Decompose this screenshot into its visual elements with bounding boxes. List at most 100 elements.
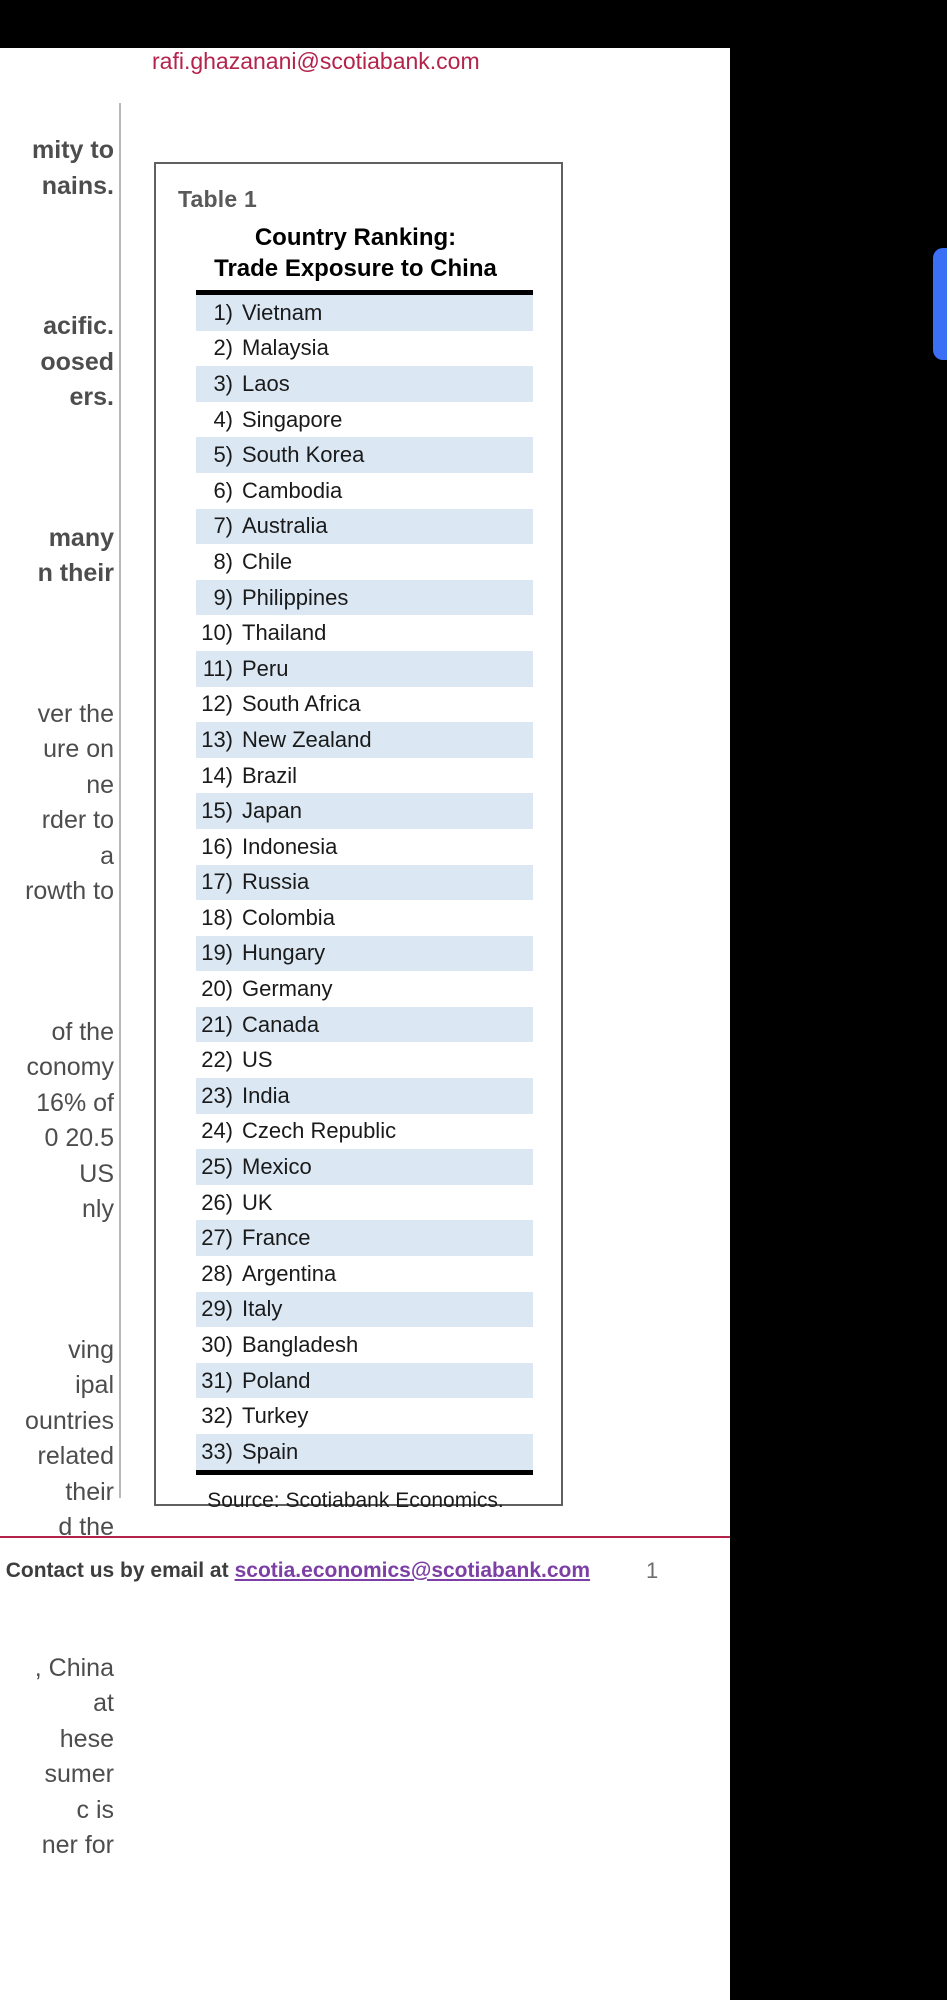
table-row: 13) New Zealand xyxy=(196,722,533,758)
table-row: 2) Malaysia xyxy=(196,331,533,367)
country-ranking-list: 1) Vietnam 2) Malaysia 3) Laos 4) Singapore 5) So… xyxy=(196,295,533,1470)
footer-email-link[interactable]: scotia.economics@scotiabank.com xyxy=(235,1559,590,1583)
table-row: 32) Turkey xyxy=(196,1398,533,1434)
table-row: 29) Italy xyxy=(196,1291,533,1328)
table-row: 16) Indonesia xyxy=(196,829,533,865)
document-page: rafi.ghazanani@scotiabank.com mity to na… xyxy=(0,48,730,2000)
row-rank: 27) xyxy=(201,1225,233,1251)
table-row: 26) UK xyxy=(196,1185,533,1221)
exhibit-title-line-2: Trade Exposure to China xyxy=(214,255,497,282)
row-country: Argentina xyxy=(242,1260,337,1286)
table-row: 27) France xyxy=(196,1220,533,1257)
row-rank: 14) xyxy=(201,762,233,788)
body-paragraph: many n their xyxy=(37,523,114,588)
table-row: 14) Brazil xyxy=(196,758,533,794)
row-rank: 5) xyxy=(213,442,233,468)
row-rank: 32) xyxy=(201,1403,233,1429)
row-country: Laos xyxy=(242,370,290,396)
table-row: 17) Russia xyxy=(196,864,533,901)
row-rank: 17) xyxy=(201,869,233,895)
row-rank: 10) xyxy=(201,620,233,646)
page-footer: | Contact us by email at scotia.economic… xyxy=(0,1548,730,1594)
exhibit-source: Source: Scotiabank Economics. xyxy=(207,1488,504,1512)
row-rank: 19) xyxy=(201,940,233,966)
page-number: 1 xyxy=(646,1558,659,1583)
row-rank: 8) xyxy=(213,548,233,574)
table-row: 15) Japan xyxy=(196,793,533,829)
row-rank: 22) xyxy=(201,1047,233,1073)
row-country: Canada xyxy=(242,1011,320,1037)
row-rank: 6) xyxy=(213,477,233,503)
row-country: India xyxy=(242,1082,290,1108)
row-country: South Africa xyxy=(242,691,361,717)
table-row: 31) Poland xyxy=(196,1362,533,1399)
table-row: 18) Colombia xyxy=(196,900,533,936)
row-country: Mexico xyxy=(242,1154,312,1180)
row-rank: 23) xyxy=(201,1082,233,1108)
row-rank: 31) xyxy=(201,1367,233,1393)
row-country: Vietnam xyxy=(242,299,323,325)
row-country: Singapore xyxy=(242,406,343,432)
table-row: 30) Bangladesh xyxy=(196,1327,533,1363)
row-rank: 13) xyxy=(201,726,233,752)
row-rank: 3) xyxy=(213,370,233,396)
body-paragraph: mity to nains. xyxy=(32,136,114,200)
table-bottom-rule xyxy=(196,1469,533,1475)
row-country: US xyxy=(242,1047,273,1073)
table-row: 23) India xyxy=(196,1078,533,1114)
row-rank: 21) xyxy=(201,1011,233,1037)
row-country: New Zealand xyxy=(242,726,372,752)
row-country: Russia xyxy=(242,869,310,895)
row-rank: 11) xyxy=(202,655,233,681)
row-country: France xyxy=(242,1225,311,1251)
table-row: 33) Spain xyxy=(196,1434,533,1470)
table-row: 21) Canada xyxy=(196,1006,533,1043)
row-country: Czech Republic xyxy=(242,1118,397,1144)
table-row: 6) Cambodia xyxy=(196,473,533,509)
body-paragraph: ving ipal ountries related their d the xyxy=(25,1335,114,1542)
table-row: 11) Peru xyxy=(196,650,533,687)
table-row: 20) Germany xyxy=(196,971,533,1007)
row-country: Philippines xyxy=(242,584,349,610)
row-rank: 33) xyxy=(201,1438,233,1464)
row-rank: 30) xyxy=(201,1332,233,1358)
table-row: 9) Philippines xyxy=(196,579,533,616)
body-paragraph: of the conomy 16% of 0 20.5 US nly xyxy=(26,1017,114,1224)
row-country: Hungary xyxy=(242,940,326,966)
row-rank: 28) xyxy=(201,1260,233,1286)
row-country: Indonesia xyxy=(242,833,338,859)
row-country: Brazil xyxy=(242,762,298,788)
body-paragraph: , China at hese sumer c is ner for xyxy=(34,1653,114,1860)
table-row: 25) Mexico xyxy=(196,1149,533,1185)
row-rank: 7) xyxy=(213,513,233,539)
row-country: Australia xyxy=(242,513,328,539)
row-country: Italy xyxy=(242,1296,283,1322)
row-country: Malaysia xyxy=(242,335,329,361)
table-row: 28) Argentina xyxy=(196,1256,533,1292)
row-country: Poland xyxy=(242,1367,311,1393)
exhibit-label: Table 1 xyxy=(178,186,257,212)
screenshot-root: rafi.ghazanani@scotiabank.com mity to na… xyxy=(0,0,947,2000)
body-paragraph: acific. oosed ers. xyxy=(40,312,114,411)
row-rank: 4) xyxy=(213,406,233,432)
row-rank: 24) xyxy=(201,1118,233,1144)
row-country: Peru xyxy=(242,655,289,681)
footer-divider xyxy=(0,1536,730,1538)
table-row: 22) US xyxy=(196,1042,533,1078)
row-rank: 15) xyxy=(201,798,233,824)
table-row: 8) Chile xyxy=(196,544,533,580)
row-rank: 9) xyxy=(213,584,233,610)
row-rank: 26) xyxy=(201,1189,233,1215)
scrollbar-thumb[interactable] xyxy=(933,248,947,360)
exhibit-title: Country Ranking: Trade Exposure to China xyxy=(174,222,543,284)
row-rank: 1) xyxy=(213,299,233,325)
table-row: 4) Singapore xyxy=(196,402,533,438)
author-email[interactable]: rafi.ghazanani@scotiabank.com xyxy=(152,48,480,75)
table-row: 1) Vietnam xyxy=(196,295,533,331)
footer-contact-text: | Contact us by email at xyxy=(0,1559,229,1582)
row-country: Colombia xyxy=(242,904,335,930)
table-row: 10) Thailand xyxy=(196,615,533,651)
table-row: 24) Czech Republic xyxy=(196,1114,533,1150)
row-country: Turkey xyxy=(242,1403,309,1429)
row-country: Germany xyxy=(242,976,333,1002)
